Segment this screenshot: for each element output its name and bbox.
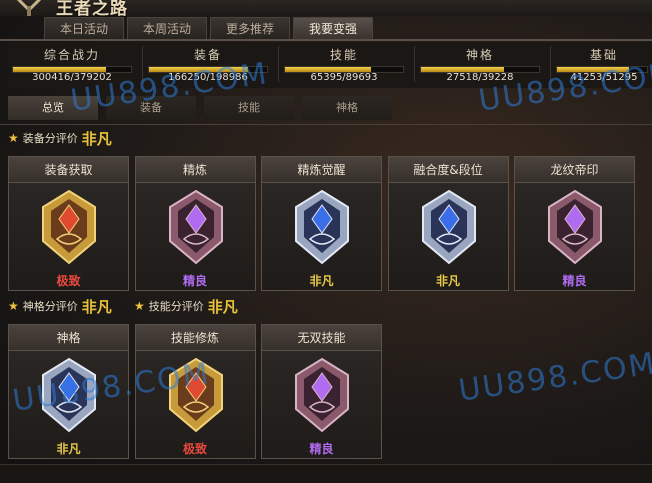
subtab-divinity[interactable]: 神格 (302, 96, 392, 120)
rating-card[interactable]: 精炼觉醒 非凡 (261, 156, 382, 291)
section-grade: 非凡 (207, 297, 238, 316)
card-title: 龙纹帝印 (515, 157, 634, 183)
card-title: 神格 (9, 325, 128, 351)
subtab-skill[interactable]: 技能 (204, 96, 294, 120)
card-title: 融合度&段位 (388, 157, 508, 183)
rating-card[interactable]: 融合度&段位 非凡 (387, 156, 509, 291)
card-title: 技能修炼 (135, 325, 255, 351)
card-grade: 极致 (182, 442, 207, 456)
card-grade: 非凡 (309, 274, 334, 288)
rating-card[interactable]: 无双技能 精良 (261, 324, 382, 459)
tab-more[interactable]: 更多推荐 (210, 17, 290, 39)
card-title: 精炼觉醒 (262, 157, 381, 183)
divider (278, 46, 279, 82)
bottom-bar (0, 464, 652, 483)
card-grade: 精良 (182, 274, 207, 288)
stat-value: 65395/89693 (310, 72, 378, 83)
card-title: 装备获取 (9, 157, 128, 183)
watermark: UU898.COM (456, 346, 652, 409)
rating-card[interactable]: 精炼 精良 (134, 156, 256, 291)
tab-daily[interactable]: 本日活动 (44, 17, 124, 39)
stat-label: 神格 (465, 48, 494, 62)
card-grade: 非凡 (56, 442, 81, 456)
star-icon: ★ (134, 299, 145, 313)
section-equipment-rating: ★ 装备分评价 非凡 (8, 128, 112, 148)
star-icon: ★ (8, 131, 19, 145)
section-label: 装备分评价 (22, 132, 78, 145)
star-icon: ★ (8, 299, 19, 313)
card-grade: 精良 (562, 274, 587, 288)
section-skill-rating: ★ 技能分评价 非凡 (134, 296, 238, 316)
card-title: 精炼 (135, 157, 255, 183)
tab-divider (0, 39, 652, 41)
stat-label: 技能 (329, 48, 358, 62)
section-divinity-rating: ★ 神格分评价 非凡 (8, 296, 112, 316)
section-label: 技能分评价 (148, 300, 204, 313)
title-bar: 王者之路 (0, 0, 652, 19)
purple-badge-icon (548, 189, 602, 265)
divider (414, 46, 415, 82)
purple-badge-icon (168, 189, 223, 265)
card-grade: 精良 (309, 442, 334, 456)
section-grade: 非凡 (81, 129, 112, 148)
card-grade: 极致 (56, 274, 81, 288)
window: 王者之路 本日活动 本周活动 更多推荐 我要变强 综合战力 300416/379… (0, 0, 652, 483)
rating-card[interactable]: 装备获取 极致 (8, 156, 129, 291)
card-grade: 非凡 (435, 274, 460, 288)
crossed-swords-icon (16, 0, 42, 16)
tab-weekly[interactable]: 本周活动 (127, 17, 207, 39)
section-label: 神格分评价 (22, 300, 78, 313)
gold-badge-icon (42, 189, 96, 265)
tab-get-stronger[interactable]: 我要变强 (293, 17, 373, 39)
main-tabs: 本日活动 本周活动 更多推荐 我要变强 (44, 17, 373, 39)
purple-badge-icon (295, 357, 349, 433)
silver-badge-icon (295, 189, 349, 265)
card-title: 无双技能 (262, 325, 381, 351)
silver-badge-icon (421, 189, 476, 265)
rating-card[interactable]: 龙纹帝印 精良 (514, 156, 635, 291)
section-grade: 非凡 (81, 297, 112, 316)
stat-label: 综合战力 (43, 48, 100, 62)
divider (0, 124, 652, 125)
